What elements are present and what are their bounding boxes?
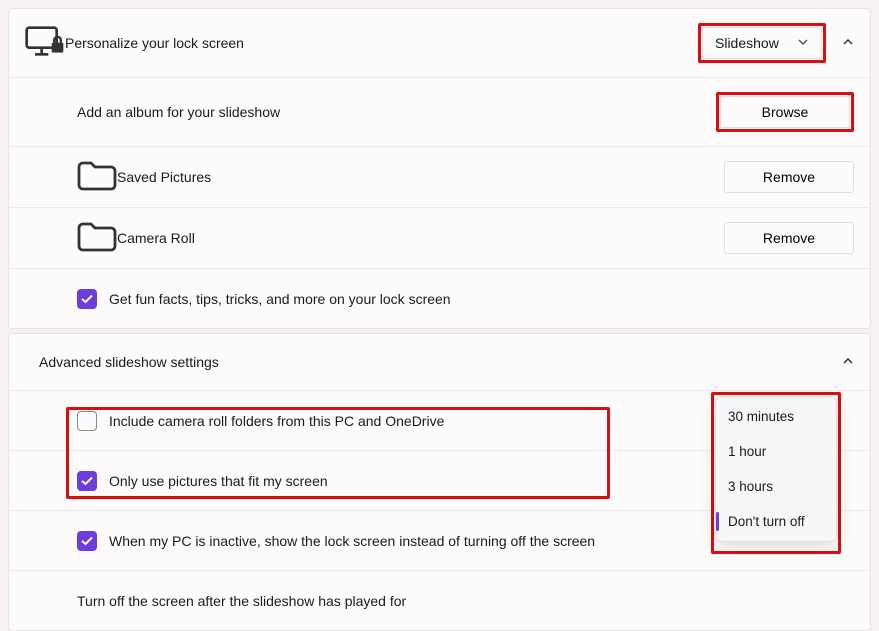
personalize-title: Personalize your lock screen	[65, 35, 698, 51]
personalize-panel: Personalize your lock screen Slideshow A…	[8, 8, 871, 329]
turn-off-dropdown-menu: 30 minutes 1 hour 3 hours Don't turn off	[715, 396, 837, 542]
fun-facts-row[interactable]: Get fun facts, tips, tricks, and more on…	[9, 268, 870, 328]
browse-button[interactable]: Browse	[720, 96, 850, 128]
folder-icon	[77, 161, 117, 193]
add-album-row: Add an album for your slideshow Browse	[9, 77, 870, 146]
personalize-header-row[interactable]: Personalize your lock screen Slideshow	[9, 9, 870, 77]
add-album-label: Add an album for your slideshow	[77, 104, 716, 120]
turn-off-row: Turn off the screen after the slideshow …	[9, 570, 870, 630]
menu-option-3hours[interactable]: 3 hours	[716, 469, 836, 504]
folder-icon	[77, 222, 117, 254]
fun-facts-checkbox[interactable]	[77, 289, 97, 309]
remove-button[interactable]: Remove	[724, 161, 854, 193]
chevron-down-icon	[797, 35, 809, 51]
turn-off-label: Turn off the screen after the slideshow …	[77, 593, 854, 609]
remove-button[interactable]: Remove	[724, 222, 854, 254]
highlight-browse: Browse	[716, 92, 854, 132]
menu-option-dont-turn-off[interactable]: Don't turn off	[716, 504, 836, 539]
collapse-chevron-icon[interactable]	[842, 354, 854, 370]
advanced-header-row[interactable]: Advanced slideshow settings	[9, 334, 870, 390]
album-name: Camera Roll	[117, 230, 724, 246]
menu-option-1hour[interactable]: 1 hour	[716, 434, 836, 469]
advanced-title: Advanced slideshow settings	[39, 354, 826, 370]
dropdown-value: Slideshow	[715, 35, 779, 51]
fun-facts-label: Get fun facts, tips, tricks, and more on…	[109, 291, 854, 307]
fit-screen-checkbox[interactable]	[77, 471, 97, 491]
album-row-saved-pictures: Saved Pictures Remove	[9, 146, 870, 207]
highlight-slideshow-dropdown: Slideshow	[698, 23, 826, 63]
collapse-chevron-icon[interactable]	[842, 35, 854, 51]
monitor-lock-icon	[25, 26, 65, 59]
menu-option-30min[interactable]: 30 minutes	[716, 399, 836, 434]
lockscreen-mode-dropdown[interactable]: Slideshow	[702, 27, 822, 59]
album-name: Saved Pictures	[117, 169, 724, 185]
include-camera-roll-checkbox[interactable]	[77, 411, 97, 431]
album-row-camera-roll: Camera Roll Remove	[9, 207, 870, 268]
inactive-checkbox[interactable]	[77, 531, 97, 551]
